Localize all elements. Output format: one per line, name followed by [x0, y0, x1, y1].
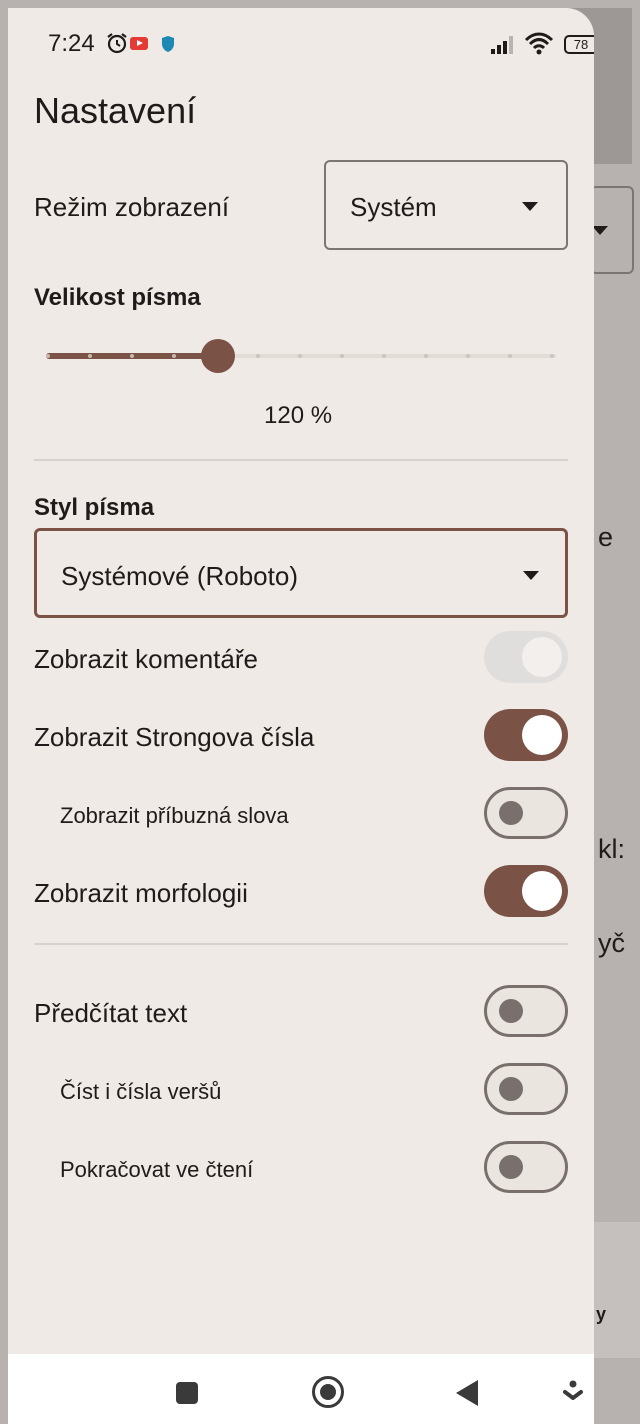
font-size-value: 120 %	[264, 402, 333, 429]
slider-tick	[298, 354, 302, 358]
slider-tick	[88, 354, 92, 358]
toggle-label-read-verse-numbers: Číst i čísla veršů	[60, 1079, 222, 1104]
slider-tick	[256, 354, 260, 358]
continue-reading-switch[interactable]	[484, 1141, 568, 1193]
switch-knob	[499, 999, 523, 1023]
divider	[34, 459, 568, 461]
system-nav-bar	[8, 1354, 594, 1424]
page-title: Nastavení	[34, 90, 197, 131]
status-time: 7:24	[48, 30, 95, 57]
toggle-label-read-text: Předčítat text	[34, 998, 188, 1028]
wifi-icon	[524, 32, 554, 55]
slider-tick	[382, 354, 386, 358]
toggle-label-strong-numbers: Zobrazit Strongova čísla	[34, 722, 315, 752]
toggle-label-continue-reading: Pokračovat ve čtení	[60, 1157, 254, 1182]
battery-icon: 78	[564, 35, 594, 54]
display-mode-value: Systém	[350, 192, 437, 222]
related-words-switch[interactable]	[484, 787, 568, 839]
caret-down-icon	[522, 202, 538, 211]
font-style-value: Systémové (Roboto)	[61, 561, 298, 591]
switch-knob	[499, 1155, 523, 1179]
slider-tick	[466, 354, 470, 358]
accessibility-icon[interactable]	[562, 1380, 584, 1406]
slider-track-inactive	[216, 354, 556, 358]
switch-knob	[499, 801, 523, 825]
background-text-fragment: y	[596, 1304, 607, 1324]
background-text-fragment: yč	[598, 928, 625, 958]
slider-tick	[340, 354, 344, 358]
font-size-label: Velikost písma	[34, 284, 201, 311]
strong-numbers-switch[interactable]	[484, 709, 568, 761]
divider	[34, 943, 568, 945]
slider-tick	[424, 354, 428, 358]
alarm-icon	[107, 33, 127, 54]
comments-switch[interactable]	[484, 631, 568, 683]
status-bar: 7:24 78	[8, 8, 594, 80]
switch-knob	[522, 637, 562, 677]
background-dropdown	[590, 186, 634, 274]
read-verse-numbers-switch[interactable]	[484, 1063, 568, 1115]
display-mode-label: Režim zobrazení	[34, 192, 230, 222]
slider-thumb[interactable]	[201, 339, 235, 373]
switch-knob	[522, 871, 562, 911]
font-style-dropdown[interactable]: Systémové (Roboto)	[34, 528, 568, 618]
youtube-icon	[130, 37, 148, 50]
background-text-fragment: kl:	[598, 834, 625, 864]
display-mode-dropdown[interactable]: Systém	[324, 160, 568, 250]
toggle-label-comments: Zobrazit komentáře	[34, 644, 258, 674]
slider-tick	[550, 354, 554, 358]
caret-down-icon	[592, 226, 608, 235]
toggle-label-related-words: Zobrazit příbuzná slova	[60, 803, 289, 828]
shield-icon	[162, 36, 174, 52]
home-icon[interactable]	[312, 1376, 344, 1408]
settings-drawer: 7:24 78 Nastavení Režim zobrazení Systém	[8, 8, 594, 1354]
read-text-switch[interactable]	[484, 985, 568, 1037]
font-size-slider[interactable]	[44, 336, 560, 376]
morphology-switch[interactable]	[484, 865, 568, 917]
switch-knob	[499, 1077, 523, 1101]
signal-icon	[491, 36, 513, 54]
back-icon[interactable]	[456, 1380, 478, 1406]
recents-icon[interactable]	[176, 1382, 198, 1404]
slider-tick	[172, 354, 176, 358]
font-style-label: Styl písma	[34, 494, 155, 521]
slider-tick	[508, 354, 512, 358]
switch-knob	[522, 715, 562, 755]
caret-down-icon	[523, 571, 539, 580]
toggle-label-morphology: Zobrazit morfologii	[34, 878, 248, 908]
background-text-fragment: e	[598, 522, 614, 552]
slider-tick	[130, 354, 134, 358]
slider-tick	[46, 354, 50, 358]
